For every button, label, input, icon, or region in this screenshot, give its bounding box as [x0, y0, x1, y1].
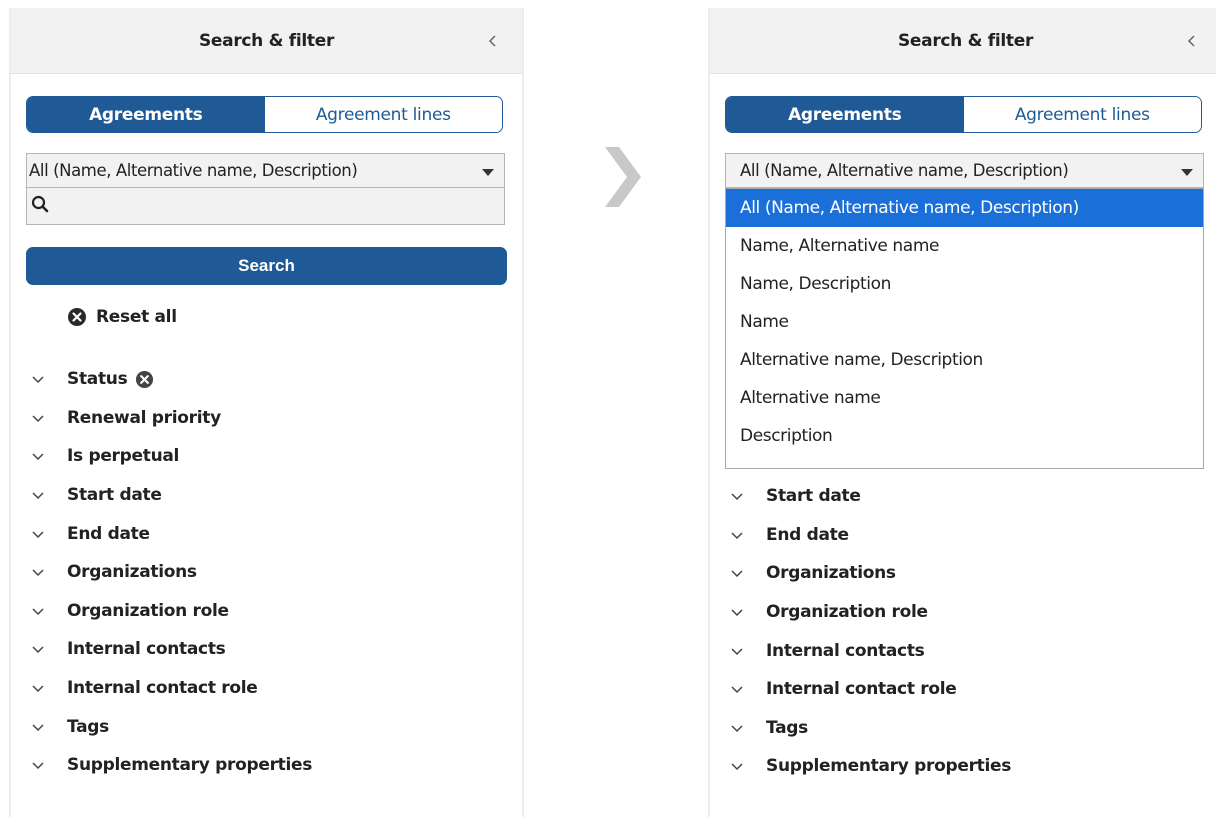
left-search-filter-pane: Search & filter Agreements Agreement lin… [9, 8, 524, 817]
chevron-down-icon [31, 374, 45, 384]
filter-is-perpetual[interactable]: Is perpetual [31, 437, 501, 476]
filter-start-date[interactable]: Start date [730, 477, 1200, 516]
filter-organizations[interactable]: Organizations [730, 554, 1200, 593]
pane-title: Search & filter [897, 30, 1034, 51]
filter-label: Tags [766, 717, 808, 738]
dropdown-option[interactable]: Alternative name, Description [726, 341, 1203, 379]
chevron-left-icon[interactable] [1185, 34, 1199, 48]
filter-accordion-list: Start date End date Organizations Organi… [730, 477, 1200, 786]
caret-down-icon [1181, 169, 1193, 176]
dropdown-option[interactable]: Name, Alternative name [726, 227, 1203, 265]
record-type-toggle: Agreements Agreement lines [26, 96, 503, 133]
tab-agreement-lines[interactable]: Agreement lines [963, 97, 1201, 132]
chevron-down-icon [730, 491, 744, 501]
search-scope-dropdown-menu: All (Name, Alternative name, Description… [725, 188, 1204, 469]
chevron-down-icon [31, 413, 45, 423]
pane-header: Search & filter [11, 8, 522, 74]
chevron-down-icon [31, 644, 45, 654]
filter-renewal-priority[interactable]: Renewal priority [31, 399, 501, 438]
search-icon [31, 195, 49, 217]
filter-label: Internal contacts [67, 639, 226, 660]
tab-agreements[interactable]: Agreements [726, 97, 964, 132]
filter-internal-contact-role[interactable]: Internal contact role [730, 670, 1200, 709]
chevron-down-icon [31, 722, 45, 732]
filter-label: End date [766, 524, 849, 545]
search-scope-value: All (Name, Alternative name, Description… [29, 161, 358, 180]
search-scope-select[interactable]: All (Name, Alternative name, Description… [26, 153, 505, 188]
filter-status[interactable]: Status [31, 360, 501, 399]
filter-internal-contacts[interactable]: Internal contacts [730, 631, 1200, 670]
tab-agreement-lines[interactable]: Agreement lines [264, 97, 502, 132]
dropdown-option[interactable]: Alternative name [726, 379, 1203, 417]
filter-supplementary-properties[interactable]: Supplementary properties [730, 747, 1200, 786]
pane-header: Search & filter [710, 8, 1216, 74]
chevron-down-icon [31, 567, 45, 577]
dropdown-option[interactable]: Name [726, 303, 1203, 341]
search-button[interactable]: Search [26, 247, 507, 285]
filter-organizations[interactable]: Organizations [31, 553, 501, 592]
filter-label: Organization role [67, 600, 229, 621]
dropdown-option[interactable]: All (Name, Alternative name, Description… [726, 189, 1203, 227]
clear-circle-icon [68, 308, 86, 326]
filter-label: Internal contacts [766, 640, 925, 661]
filter-internal-contact-role[interactable]: Internal contact role [31, 669, 501, 708]
filter-label: Status [67, 369, 128, 390]
filter-supplementary-properties[interactable]: Supplementary properties [31, 746, 501, 785]
dropdown-option[interactable]: Name, Description [726, 265, 1203, 303]
record-type-toggle: Agreements Agreement lines [725, 96, 1202, 133]
filter-end-date[interactable]: End date [31, 514, 501, 553]
filter-label: End date [67, 523, 150, 544]
chevron-down-icon [730, 568, 744, 578]
chevron-down-icon [730, 761, 744, 771]
search-scope-value: All (Name, Alternative name, Description… [740, 161, 1069, 180]
filter-label: Internal contact role [67, 678, 258, 699]
filter-label: Renewal priority [67, 407, 221, 428]
filter-label: Start date [67, 485, 162, 506]
filter-tags[interactable]: Tags [31, 707, 501, 746]
chevron-down-icon [31, 683, 45, 693]
filter-label: Start date [766, 486, 861, 507]
filter-organization-role[interactable]: Organization role [730, 593, 1200, 632]
filter-label: Tags [67, 716, 109, 737]
clear-circle-icon[interactable] [135, 370, 154, 389]
chevron-down-icon [31, 490, 45, 500]
filter-label: Internal contact role [766, 679, 957, 700]
filter-internal-contacts[interactable]: Internal contacts [31, 630, 501, 669]
filter-label: Supplementary properties [766, 756, 1012, 777]
filter-start-date[interactable]: Start date [31, 476, 501, 515]
filter-label: Is perpetual [67, 446, 180, 467]
filter-label: Organizations [67, 562, 197, 583]
filter-label: Supplementary properties [67, 755, 313, 776]
chevron-down-icon [31, 451, 45, 461]
chevron-down-icon [31, 606, 45, 616]
search-scope-select[interactable]: All (Name, Alternative name, Description… [725, 153, 1204, 188]
tab-agreements[interactable]: Agreements [27, 97, 265, 132]
filter-end-date[interactable]: End date [730, 516, 1200, 555]
right-search-filter-pane: Search & filter Agreements Agreement lin… [708, 8, 1216, 817]
chevron-down-icon [730, 607, 744, 617]
chevron-down-icon [730, 684, 744, 694]
caret-down-icon [482, 169, 494, 176]
chevron-down-icon [31, 760, 45, 770]
reset-all-label: Reset all [96, 307, 177, 327]
search-field[interactable] [26, 188, 505, 225]
next-step-arrow-icon [597, 141, 645, 217]
filter-tags[interactable]: Tags [730, 709, 1200, 748]
filter-accordion-list: Status Renewal priority Is perpetual Sta… [31, 360, 501, 785]
reset-all-button[interactable]: Reset all [67, 304, 177, 330]
chevron-down-icon [730, 646, 744, 656]
pane-title: Search & filter [198, 30, 335, 51]
chevron-down-icon [730, 530, 744, 540]
chevron-down-icon [730, 723, 744, 733]
search-input[interactable] [55, 188, 504, 224]
dropdown-option[interactable]: Description [726, 417, 1203, 455]
chevron-down-icon [31, 529, 45, 539]
filter-label: Organization role [766, 602, 928, 623]
filter-label: Organizations [766, 563, 896, 584]
filter-organization-role[interactable]: Organization role [31, 592, 501, 631]
chevron-left-icon[interactable] [486, 34, 500, 48]
